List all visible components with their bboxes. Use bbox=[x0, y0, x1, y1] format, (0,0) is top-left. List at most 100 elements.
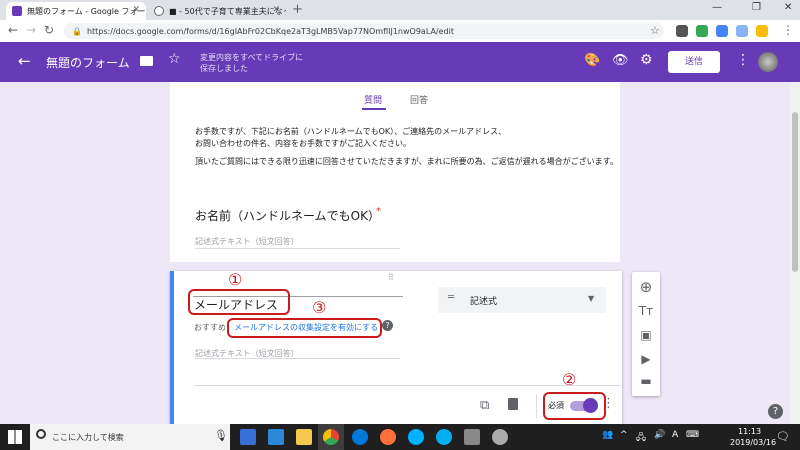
close-window-icon[interactable]: ✕ bbox=[784, 2, 792, 13]
placeholder-underline bbox=[195, 358, 400, 359]
footer-separator bbox=[536, 394, 537, 418]
extension-icon[interactable] bbox=[696, 25, 708, 37]
minimize-icon[interactable]: — bbox=[712, 2, 722, 13]
annotation-number-2: ② bbox=[562, 370, 577, 389]
extension-icon[interactable] bbox=[736, 25, 748, 37]
description-line-1: お手数ですが、下記にお名前（ハンドルネームでもOK）、ご連絡先のメールアドレス、 bbox=[195, 127, 507, 136]
help-icon[interactable]: ? bbox=[382, 320, 393, 331]
ime-icon[interactable]: A bbox=[672, 430, 678, 440]
tray-chevron-icon[interactable]: ^ bbox=[620, 430, 628, 440]
notifications-icon[interactable]: 🗨 bbox=[776, 430, 790, 443]
question1-title[interactable]: お名前（ハンドルネームでもOK） bbox=[195, 207, 380, 224]
search-icon bbox=[36, 429, 46, 439]
scrollbar[interactable] bbox=[790, 82, 800, 424]
question-type-label: 記述式 bbox=[470, 297, 498, 307]
annotation-box-1 bbox=[188, 289, 290, 315]
maximize-icon[interactable]: ❐ bbox=[752, 2, 761, 13]
annotation-box-2 bbox=[543, 392, 606, 420]
help-fab-icon[interactable]: ? bbox=[768, 404, 783, 419]
extension-icon[interactable] bbox=[676, 25, 688, 37]
side-toolbar: ⊕ Tт ▣ ▶ ▬ bbox=[632, 272, 660, 396]
explorer-folder-icon[interactable] bbox=[296, 429, 312, 445]
close-tab-icon[interactable]: ✕ bbox=[132, 5, 140, 15]
drag-handle-icon[interactable]: ⠿ bbox=[388, 273, 395, 282]
add-image-icon[interactable]: ▣ bbox=[632, 328, 660, 342]
forms-favicon-icon bbox=[12, 6, 22, 16]
tab-title: ■ - 50代で子育て専業主夫になっ bbox=[169, 6, 286, 16]
firefox-icon[interactable] bbox=[380, 429, 396, 445]
recommend-label: おすすめ bbox=[194, 323, 226, 332]
add-title-icon[interactable]: Tт bbox=[632, 304, 660, 318]
tab-questions[interactable]: 質問 bbox=[364, 93, 382, 106]
lock-icon: 🔒 bbox=[72, 26, 82, 36]
extension-icon[interactable] bbox=[716, 25, 728, 37]
preview-eye-icon[interactable]: 👁 bbox=[612, 53, 629, 68]
placeholder-underline bbox=[195, 248, 400, 249]
task-view-icon[interactable] bbox=[240, 429, 256, 445]
send-button[interactable]: 送信 bbox=[668, 51, 720, 73]
short-answer-placeholder: 記述式テキスト（短文回答） bbox=[195, 237, 299, 246]
extension-icon[interactable] bbox=[756, 25, 768, 37]
volume-icon[interactable]: 🔊 bbox=[654, 430, 665, 440]
reload-icon[interactable]: ↻ bbox=[44, 23, 54, 37]
question-type-select[interactable]: ═ 記述式 ▼ bbox=[438, 287, 606, 313]
duplicate-icon[interactable]: ⧉ bbox=[480, 398, 489, 413]
tab-forms[interactable]: 無題のフォーム - Google フォーム ✕ bbox=[6, 2, 146, 20]
short-text-icon: ═ bbox=[448, 292, 455, 303]
form-title[interactable]: 無題のフォーム bbox=[46, 54, 130, 71]
edge-icon[interactable] bbox=[352, 429, 368, 445]
add-question-icon[interactable]: ⊕ bbox=[632, 278, 660, 296]
description-line-2: お問い合わせの件名、内容をお手数ですがご記入ください。 bbox=[195, 139, 411, 148]
tab-blog[interactable]: ■ - 50代で子育て専業主夫になっ ✕ bbox=[148, 2, 286, 20]
add-video-icon[interactable]: ▶ bbox=[632, 352, 660, 366]
chrome-icon[interactable] bbox=[323, 429, 339, 445]
forms-header: ← 無題のフォーム ☆ 変更内容をすべてドライブに 保存しました 🎨 👁 ⚙ 送… bbox=[0, 42, 800, 82]
chrome-menu-icon[interactable]: ⋮ bbox=[782, 23, 794, 37]
windows-taskbar: ここに入力して検索 🎙 👥 ^ 🖧 🔊 A ⌨ 11:13 2019/03/16… bbox=[0, 424, 800, 450]
save-status-line1: 変更内容をすべてドライブに bbox=[200, 53, 304, 62]
scrollbar-thumb[interactable] bbox=[792, 112, 798, 272]
blog-favicon-icon bbox=[154, 6, 164, 16]
browser-tab-strip: 無題のフォーム - Google フォーム ✕ ■ - 50代で子育て専業主夫に… bbox=[0, 0, 800, 20]
card-footer-divider bbox=[194, 385, 622, 386]
windows-start-icon[interactable] bbox=[8, 430, 22, 444]
address-bar-row: ← → ↻ 🔒 https://docs.google.com/forms/d/… bbox=[0, 20, 800, 43]
people-icon[interactable]: 👥 bbox=[602, 430, 613, 440]
annotation-number-1: ① bbox=[228, 270, 243, 289]
delete-trash-icon[interactable] bbox=[508, 398, 518, 410]
taskbar-search-box[interactable]: ここに入力して検索 🎙 bbox=[30, 424, 230, 450]
back-arrow-icon[interactable]: ← bbox=[18, 52, 31, 70]
skype-icon[interactable] bbox=[436, 429, 452, 445]
required-asterisk: * bbox=[376, 206, 381, 217]
form-tabs: 質問 回答 bbox=[170, 82, 620, 112]
url-text: https://docs.google.com/forms/d/16gIAbFr… bbox=[86, 26, 454, 36]
active-tab-indicator bbox=[362, 108, 386, 110]
settings-gear-icon[interactable]: ⚙ bbox=[640, 52, 653, 68]
clock-date[interactable]: 2019/03/16 bbox=[730, 438, 776, 447]
url-field[interactable]: 🔒 https://docs.google.com/forms/d/16gIAb… bbox=[64, 23, 664, 39]
save-status-line2: 保存しました bbox=[200, 64, 248, 73]
folder-icon[interactable] bbox=[140, 56, 153, 66]
app-icon[interactable] bbox=[464, 429, 480, 445]
close-tab-icon[interactable]: ✕ bbox=[272, 5, 280, 15]
app-icon[interactable] bbox=[268, 429, 284, 445]
new-tab-button[interactable]: + bbox=[292, 2, 303, 17]
microphone-icon: 🎙 bbox=[214, 429, 228, 442]
bookmark-star-icon[interactable]: ☆ bbox=[650, 24, 660, 37]
avatar[interactable] bbox=[758, 52, 778, 72]
app-icon[interactable] bbox=[408, 429, 424, 445]
palette-icon[interactable]: 🎨 bbox=[584, 53, 600, 68]
forward-icon[interactable]: → bbox=[26, 23, 36, 37]
network-icon[interactable]: 🖧 bbox=[636, 430, 646, 446]
back-icon[interactable]: ← bbox=[8, 23, 18, 37]
clock-time[interactable]: 11:13 bbox=[738, 427, 761, 436]
keyboard-icon[interactable]: ⌨ bbox=[686, 430, 699, 440]
description-line-3: 頂いたご質問にはできる限り迅速に回答させていただきますが、まれに所要の為、ご返信… bbox=[195, 157, 618, 166]
dropdown-arrow-icon: ▼ bbox=[588, 294, 595, 303]
more-menu-icon[interactable]: ⋮ bbox=[736, 52, 750, 68]
app-icon[interactable] bbox=[492, 429, 508, 445]
add-section-icon[interactable]: ▬ bbox=[632, 374, 660, 388]
tab-responses[interactable]: 回答 bbox=[410, 93, 428, 106]
star-icon[interactable]: ☆ bbox=[168, 51, 181, 67]
annotation-box-3 bbox=[227, 318, 382, 338]
